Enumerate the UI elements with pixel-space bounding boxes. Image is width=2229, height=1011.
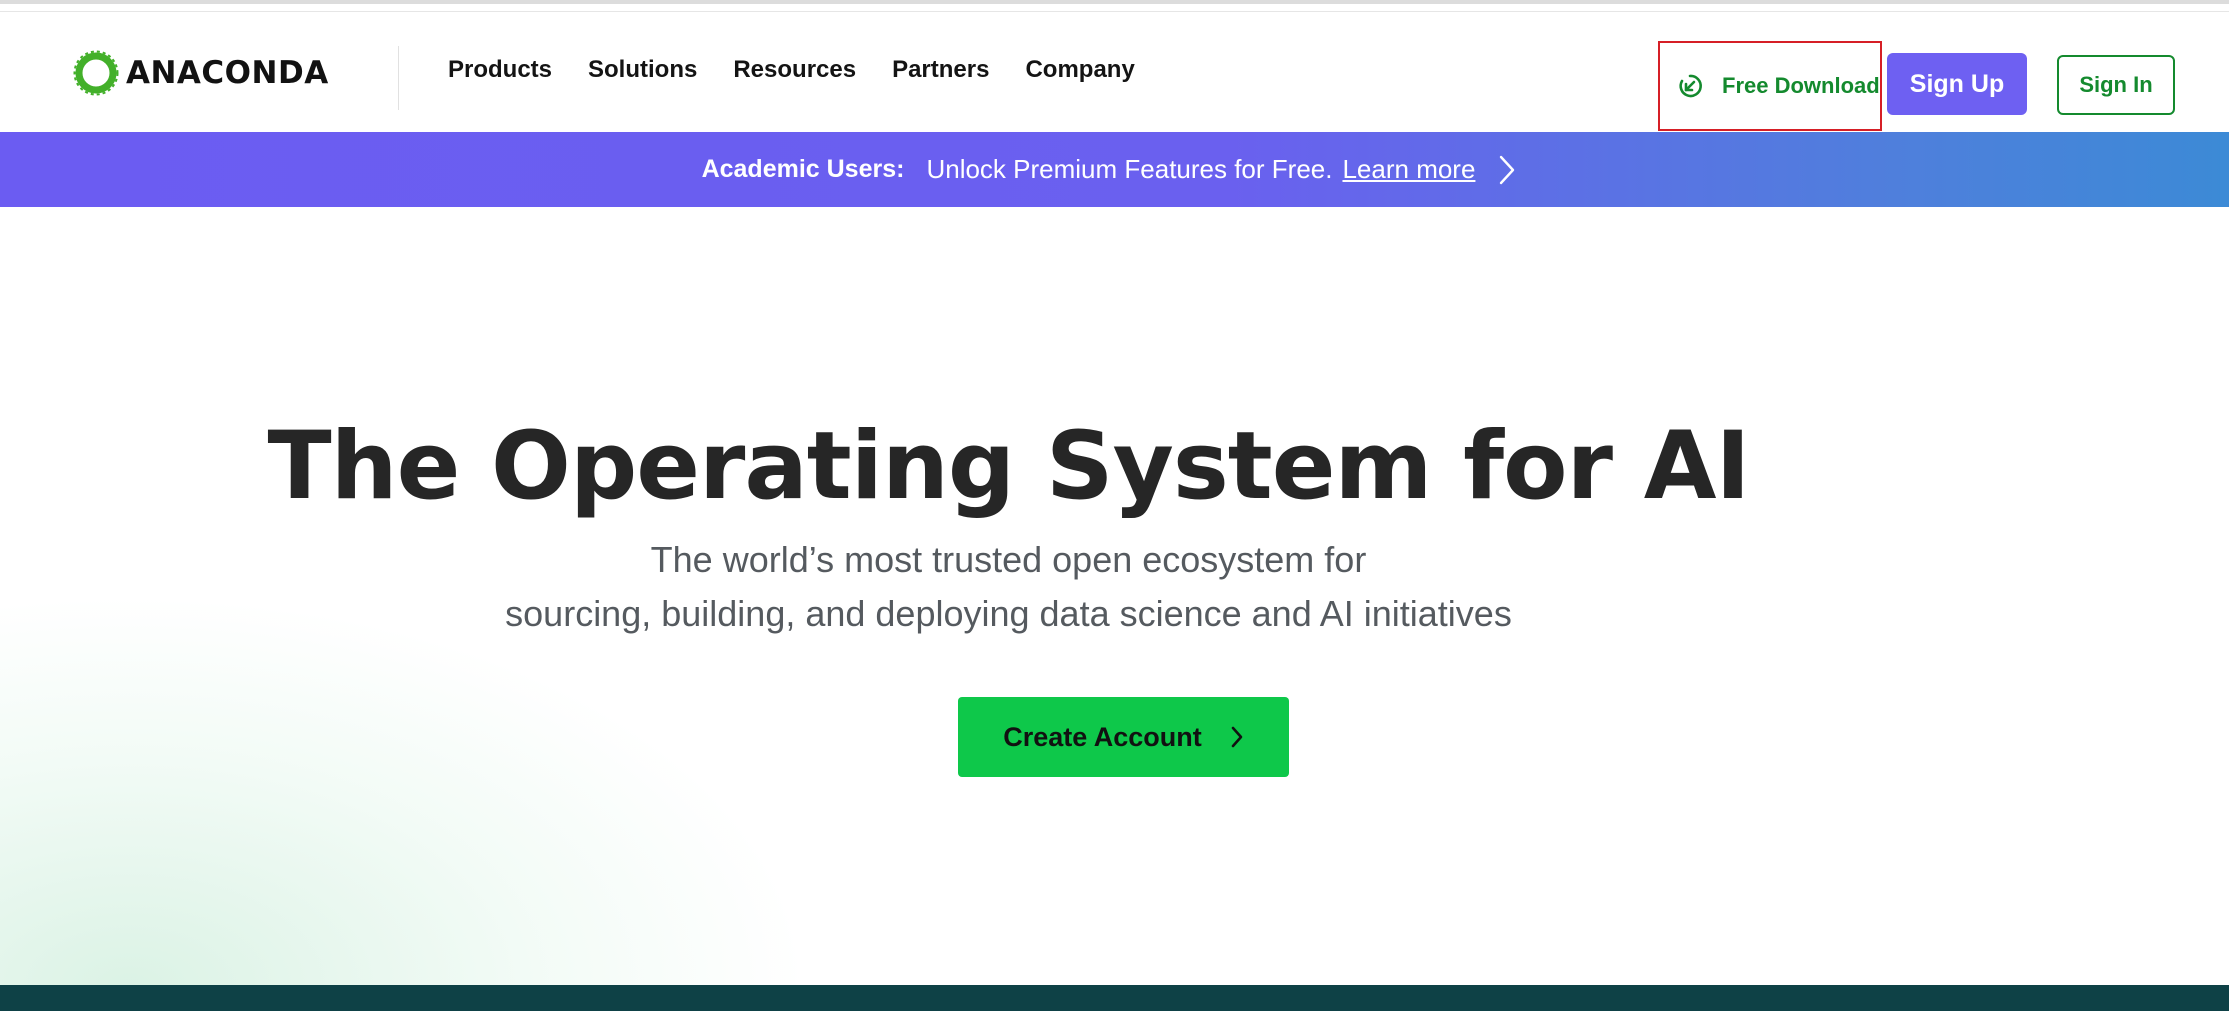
nav-item-company[interactable]: Company (1025, 56, 1134, 84)
sign-in-button[interactable]: Sign In (2057, 55, 2175, 115)
nav-item-solutions[interactable]: Solutions (588, 56, 697, 84)
brand-name: ANACONDA (126, 55, 329, 91)
banner-text: Unlock Premium Features for Free. (926, 154, 1333, 184)
banner-heading: Academic Users: (701, 155, 905, 183)
chevron-right-icon[interactable] (1497, 154, 1517, 186)
nav-item-products[interactable]: Products (448, 56, 552, 84)
hero-section: The Operating System for AI The world’s … (0, 207, 2229, 985)
nav-item-partners[interactable]: Partners (892, 56, 989, 84)
academic-promo-banner: Academic Users: Unlock Premium Features … (0, 132, 2229, 207)
learn-more-link[interactable]: Learn more (1342, 154, 1475, 185)
next-section-edge (0, 985, 2229, 1011)
chevron-right-icon (1231, 726, 1243, 748)
hero-subtitle-line-2: sourcing, building, and deploying data s… (505, 593, 1512, 634)
anaconda-ring-logo-icon (73, 50, 119, 96)
download-circle-icon (1679, 74, 1702, 98)
top-navigation: ANACONDA Products Solutions Resources Pa… (0, 12, 2229, 132)
sign-up-button[interactable]: Sign Up (1887, 53, 2027, 115)
anaconda-logo[interactable]: ANACONDA (72, 48, 329, 98)
create-account-label: Create Account (1003, 721, 1202, 752)
free-download-label: Free Download (1722, 73, 1880, 98)
hero-title: The Operating System for AI (267, 412, 1751, 521)
nav-item-resources[interactable]: Resources (733, 56, 856, 84)
create-account-button[interactable]: Create Account (958, 697, 1289, 777)
browser-top-edge (0, 0, 2229, 12)
hero-subtitle-line-1: The world’s most trusted open ecosystem … (650, 539, 1367, 580)
main-menu: Products Solutions Resources Partners Co… (448, 56, 1135, 84)
nav-divider (398, 46, 399, 110)
free-download-button[interactable]: Free Download (1658, 41, 1882, 131)
